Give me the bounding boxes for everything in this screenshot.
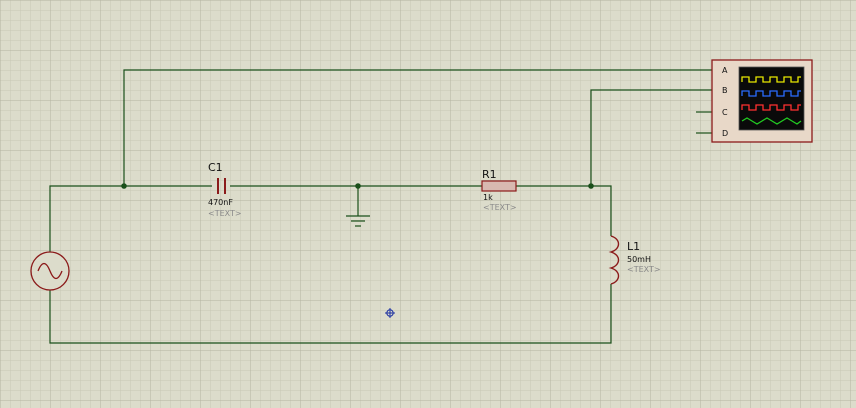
r1-text-label: <TEXT> (483, 203, 517, 212)
c1-value-label: 470nF (208, 198, 233, 207)
c1-text-label: <TEXT> (208, 209, 242, 218)
l1-value-label: 50mH (627, 255, 651, 264)
ac-source[interactable] (30, 251, 70, 291)
r1-ref-label: R1 (482, 168, 497, 181)
oscilloscope[interactable]: A B C D (711, 59, 813, 143)
l1-text-label: <TEXT> (627, 265, 661, 274)
r1-value-label: 1k (483, 193, 493, 202)
l1-ref-label: L1 (627, 240, 640, 253)
channel-c-label: C (722, 108, 728, 117)
c1-ref-label: C1 (208, 161, 223, 174)
channel-d-label: D (722, 129, 728, 138)
junction-dot (121, 183, 127, 189)
channel-b-label: B (722, 86, 728, 95)
channel-a-label: A (722, 66, 728, 75)
junction-dot (588, 183, 594, 189)
resistor-body (481, 180, 517, 192)
schematic-canvas[interactable]: C1 470nF <TEXT> R1 1k <TEXT> L1 50mH <TE… (0, 0, 856, 408)
junction-dot (355, 183, 361, 189)
